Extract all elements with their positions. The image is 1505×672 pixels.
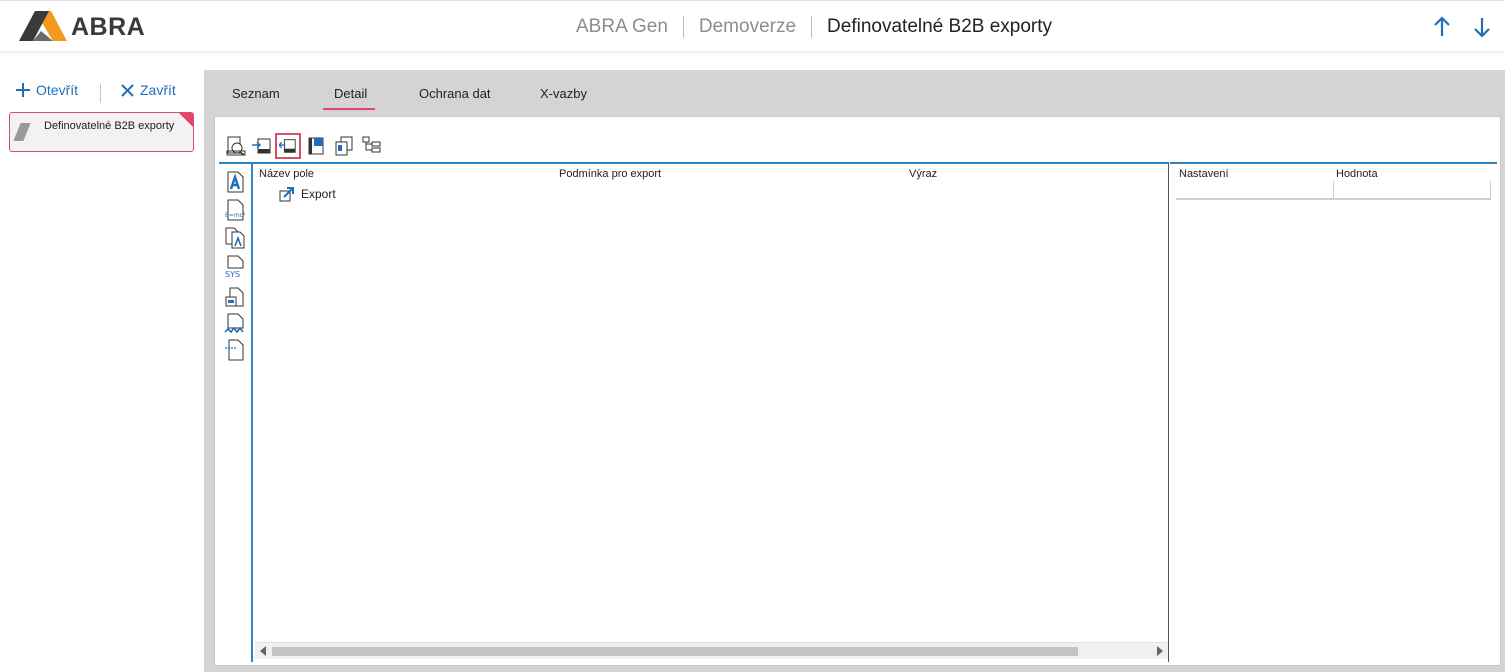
expression-icon[interactable]: [224, 312, 248, 338]
column-header-nazev-pole[interactable]: Název pole: [259, 168, 314, 180]
close-button[interactable]: Zavřít: [121, 82, 176, 98]
move-out-icon[interactable]: [275, 133, 301, 159]
active-corner-marker: [179, 113, 193, 127]
document-actions: Otevřít Zavřít: [14, 82, 204, 103]
tree-item-export[interactable]: Export: [279, 185, 336, 203]
horizontal-scrollbar[interactable]: [255, 642, 1168, 659]
arrow-up-icon[interactable]: [1430, 15, 1454, 39]
scroll-left-icon[interactable]: [260, 646, 266, 656]
arrow-down-icon[interactable]: [1470, 15, 1494, 39]
tab-x-vazby[interactable]: X-vazby: [540, 86, 587, 101]
logo-text: ABRA: [71, 13, 146, 41]
settings-column-divider: [1333, 181, 1334, 199]
main-area: Seznam Detail Ochrana dat X-vazby E=mc² …: [204, 70, 1505, 672]
page-title: Definovatelné B2B exporty: [827, 16, 1053, 37]
column-header-nastaveni[interactable]: Nastavení: [1179, 168, 1229, 180]
plus-icon: [16, 83, 30, 97]
breadcrumb-app[interactable]: ABRA Gen: [576, 16, 668, 38]
document-icon: [13, 123, 31, 141]
open-document-label: Definovatelné B2B exporty: [44, 120, 175, 132]
close-icon: [121, 83, 134, 97]
open-document-tab[interactable]: Definovatelné B2B exporty: [9, 112, 194, 152]
svg-text:SYS: SYS: [225, 270, 240, 278]
bookmark-page-icon[interactable]: [303, 133, 329, 159]
scrollbar-thumb[interactable]: [272, 647, 1078, 656]
svg-text:E=mc²: E=mc²: [225, 212, 246, 219]
nested-text-icon[interactable]: [224, 226, 248, 252]
field-type-toolbar: E=mc² SYS: [219, 164, 253, 662]
open-button-label: Otevřít: [36, 82, 79, 98]
tree-view-icon[interactable]: [223, 133, 249, 159]
open-button[interactable]: Otevřít: [16, 82, 78, 98]
column-header-podminka[interactable]: Podmínka pro export: [559, 168, 661, 180]
column-header-hodnota[interactable]: Hodnota: [1336, 168, 1378, 180]
breadcrumb-separator: [811, 16, 813, 38]
tree-item-label: Export: [301, 187, 336, 201]
abra-logo[interactable]: ABRA: [19, 11, 159, 43]
breadcrumb: ABRA Gen Demoverze Definovatelné B2B expor…: [576, 16, 1052, 38]
app-header: ABRA ABRA Gen Demoverze Definovatelné B2B …: [0, 0, 1505, 52]
page-link-icon[interactable]: [224, 338, 248, 364]
tab-ochrana-dat[interactable]: Ochrana dat: [419, 86, 491, 101]
settings-row[interactable]: [1176, 181, 1491, 199]
tab-seznam[interactable]: Seznam: [232, 86, 280, 101]
breadcrumb-separator: [682, 16, 684, 38]
sub-record-icon[interactable]: [224, 286, 248, 312]
tab-bar: Seznam Detail Ochrana dat X-vazby: [204, 70, 1505, 114]
fields-tree-panel: E=mc² SYS Název pole Podmínka pro export…: [219, 162, 1169, 662]
close-button-label: Zavřít: [140, 82, 176, 98]
abra-logo-mark-icon: [19, 11, 67, 41]
copy-pages-icon[interactable]: [331, 133, 357, 159]
export-arrow-icon: [279, 187, 294, 202]
sys-field-icon[interactable]: SYS: [224, 254, 248, 280]
actions-divider: [100, 84, 101, 103]
move-in-icon[interactable]: [249, 133, 275, 159]
column-header-vyraz[interactable]: Výraz: [909, 168, 937, 180]
tree-structure-icon[interactable]: [359, 133, 385, 159]
tab-detail[interactable]: Detail: [322, 86, 376, 110]
text-field-icon[interactable]: [224, 170, 248, 196]
settings-panel: Nastavení Hodnota: [1170, 162, 1497, 662]
scroll-right-icon[interactable]: [1157, 646, 1163, 656]
formula-icon[interactable]: E=mc²: [224, 198, 248, 224]
breadcrumb-database[interactable]: Demoverze: [699, 16, 796, 38]
detail-content: E=mc² SYS Název pole Podmínka pro export…: [214, 116, 1501, 666]
